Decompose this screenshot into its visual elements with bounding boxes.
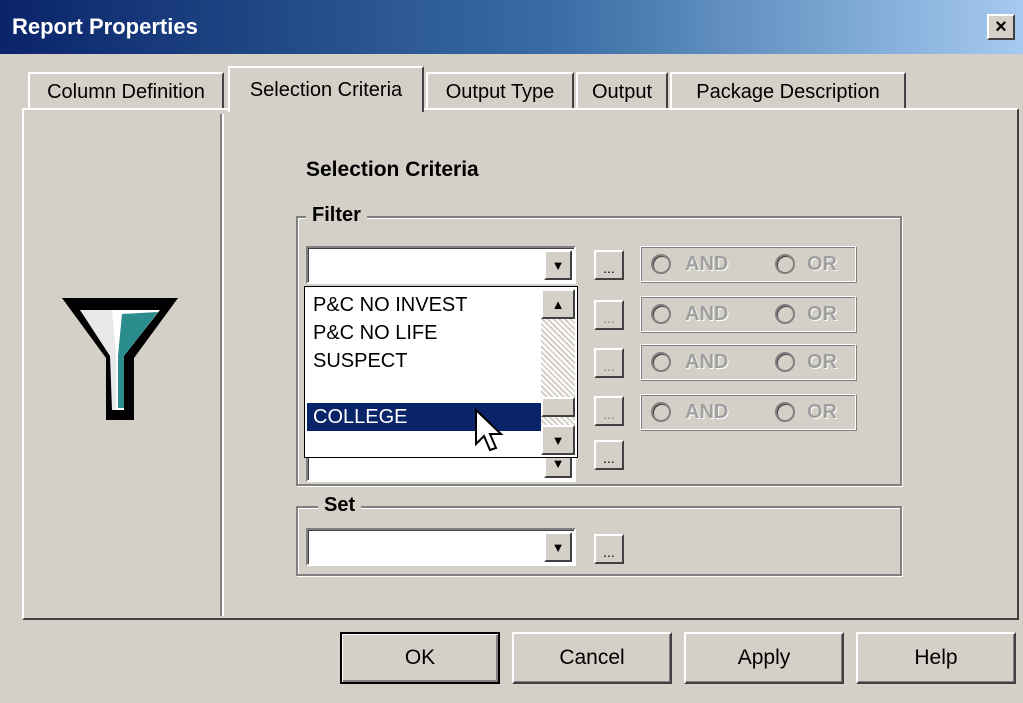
- list-item[interactable]: [307, 375, 545, 403]
- filter-browse-button-3[interactable]: ...: [594, 348, 624, 378]
- close-button[interactable]: ×: [987, 14, 1015, 40]
- and-or-group-1: AND OR: [640, 246, 856, 282]
- close-icon: ×: [995, 16, 1007, 38]
- tab-label: Output Type: [445, 80, 555, 103]
- ellipsis-icon: ...: [603, 358, 615, 374]
- apply-button[interactable]: Apply: [684, 632, 844, 684]
- chevron-down-icon[interactable]: ▼: [544, 532, 572, 562]
- and-label: AND: [685, 351, 729, 373]
- ok-button[interactable]: OK: [340, 632, 500, 684]
- and-label: AND: [685, 253, 729, 275]
- list-item[interactable]: P&C NO INVEST: [307, 291, 545, 319]
- or-label: OR: [807, 401, 837, 423]
- scroll-up-icon[interactable]: ▲: [541, 289, 575, 319]
- ellipsis-icon: ...: [603, 406, 615, 422]
- tab-label: Selection Criteria: [249, 78, 403, 101]
- tab-output-type[interactable]: Output Type: [426, 72, 574, 110]
- tab-package-description[interactable]: Package Description: [670, 72, 906, 110]
- or-label: OR: [807, 351, 837, 373]
- help-label: Help: [914, 646, 958, 669]
- help-button[interactable]: Help: [856, 632, 1016, 684]
- and-label: AND: [685, 401, 729, 423]
- filter-combo[interactable]: ▼: [306, 246, 576, 284]
- list-item-selected[interactable]: COLLEGE: [307, 403, 545, 431]
- dropdown-scrollbar[interactable]: ▲ ▼: [541, 289, 575, 455]
- ellipsis-icon: ...: [603, 544, 615, 560]
- filter-browse-button-4[interactable]: ...: [594, 396, 624, 426]
- ellipsis-icon: ...: [603, 260, 615, 276]
- title-bar[interactable]: Report Properties ×: [0, 0, 1023, 54]
- filter-browse-button-2[interactable]: ...: [594, 300, 624, 330]
- and-radio[interactable]: [651, 304, 671, 324]
- scroll-down-icon[interactable]: ▼: [541, 425, 575, 455]
- filter-dropdown-list[interactable]: P&C NO INVEST P&C NO LIFE SUSPECT COLLEG…: [304, 286, 578, 458]
- cancel-button[interactable]: Cancel: [512, 632, 672, 684]
- and-radio[interactable]: [651, 402, 671, 422]
- or-radio[interactable]: [775, 352, 795, 372]
- funnel-icon: [62, 298, 178, 420]
- or-radio[interactable]: [775, 402, 795, 422]
- ok-label: OK: [404, 646, 436, 669]
- tab-label: Output: [591, 80, 653, 103]
- cancel-label: Cancel: [559, 646, 625, 669]
- and-label: AND: [685, 303, 729, 325]
- tab-selection-criteria[interactable]: Selection Criteria: [228, 66, 424, 112]
- and-or-group-3: AND OR: [640, 344, 856, 380]
- set-group-label: Set: [318, 494, 362, 517]
- or-radio[interactable]: [775, 304, 795, 324]
- or-label: OR: [807, 253, 837, 275]
- or-label: OR: [807, 303, 837, 325]
- or-radio[interactable]: [775, 254, 795, 274]
- and-or-group-4: AND OR: [640, 394, 856, 430]
- window-title: Report Properties: [12, 14, 198, 39]
- ellipsis-icon: ...: [603, 310, 615, 326]
- tab-label: Package Description: [696, 80, 880, 103]
- apply-label: Apply: [737, 646, 791, 669]
- list-item[interactable]: P&C NO LIFE: [307, 319, 545, 347]
- and-radio[interactable]: [651, 352, 671, 372]
- and-radio[interactable]: [651, 254, 671, 274]
- mouse-pointer-icon: [475, 408, 504, 452]
- tab-label: Column Definition: [47, 80, 205, 103]
- filter-browse-button-5[interactable]: ...: [594, 440, 624, 470]
- section-heading: Selection Criteria: [306, 158, 479, 181]
- and-or-group-2: AND OR: [640, 296, 856, 332]
- tab-column-definition[interactable]: Column Definition: [28, 72, 224, 110]
- scroll-thumb[interactable]: [541, 397, 575, 417]
- set-browse-button[interactable]: ...: [594, 534, 624, 564]
- list-item[interactable]: SUSPECT: [307, 347, 545, 375]
- set-combo[interactable]: ▼: [306, 528, 576, 566]
- ellipsis-icon: ...: [603, 450, 615, 466]
- filter-browse-button-1[interactable]: ...: [594, 250, 624, 280]
- filter-group-label: Filter: [306, 204, 367, 227]
- chevron-down-icon[interactable]: ▼: [544, 250, 572, 280]
- tab-output[interactable]: Output: [576, 72, 668, 110]
